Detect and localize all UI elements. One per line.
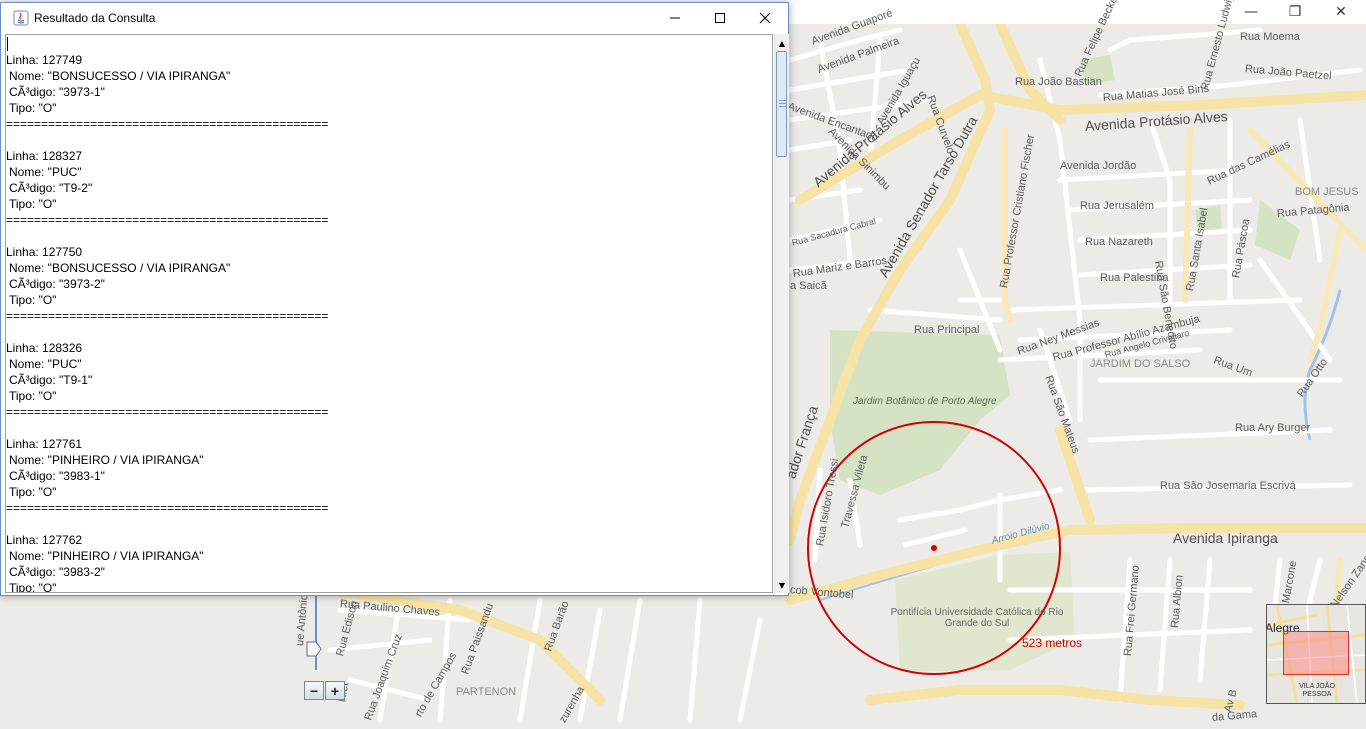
record-separator: ========================================… (6, 309, 329, 323)
result-list: Linha: 127749 Nome: "BONSUCESSO / VIA IP… (6, 52, 766, 593)
record-tipo: Tipo: "O" (9, 101, 57, 115)
java-app-icon (13, 10, 29, 26)
search-center-marker (931, 545, 937, 551)
map-window-close-button[interactable]: ✕ (1318, 0, 1364, 24)
minimap-area-label: VILA JOÃO PESSOA (1299, 683, 1335, 698)
record-gap (6, 228, 766, 244)
record-tipo: Tipo: "O" (9, 197, 57, 211)
street-label: Rua Jerusalém (1080, 200, 1154, 212)
record-linha: Linha: 128327 (6, 149, 83, 163)
record-codigo: CÃ³digo: "3983-2" (9, 565, 105, 579)
record-separator: ========================================… (6, 405, 329, 419)
result-record: Linha: 127761 Nome: "PINHEIRO / VIA IPIR… (6, 436, 766, 532)
record-linha: Linha: 128326 (6, 341, 83, 355)
record-separator: ========================================… (6, 501, 329, 515)
result-record: Linha: 127750 Nome: "BONSUCESSO / VIA IP… (6, 244, 766, 340)
record-tipo: Tipo: "O" (9, 293, 57, 307)
record-nome: Nome: "PINHEIRO / VIA IPIRANGA" (9, 549, 204, 563)
map-window-restore-button[interactable]: ❐ (1272, 0, 1318, 24)
street-label: Rua Moema (1240, 31, 1300, 43)
dialog-close-button[interactable] (742, 3, 788, 33)
zoom-slider-thumb[interactable] (306, 641, 322, 657)
record-codigo: CÃ³digo: "3973-2" (9, 277, 105, 291)
scrollbar-grip-icon (779, 100, 786, 108)
result-text-area[interactable]: Linha: 127749 Nome: "BONSUCESSO / VIA IP… (5, 34, 773, 593)
maximize-icon (715, 13, 725, 23)
dialog-titlebar[interactable]: Resultado da Consulta (1, 3, 788, 33)
record-linha: Linha: 127750 (6, 245, 83, 259)
result-record: Linha: 128326 Nome: "PUC" CÃ³digo: "T9-1… (6, 340, 766, 436)
record-linha: Linha: 127749 (6, 53, 83, 67)
university-label: Pontifícia Universidade Católica do Rio … (890, 607, 1064, 629)
record-gap (6, 516, 766, 532)
area-label: PARTENON (456, 686, 517, 698)
street-label: Rua Nazareth (1085, 236, 1153, 248)
result-record: Linha: 127762 Nome: "PINHEIRO / VIA IPIR… (6, 532, 766, 593)
record-linha: Linha: 127761 (6, 437, 83, 451)
street-label: Rua Ary Burger (1235, 422, 1311, 434)
zoom-in-button[interactable]: + (325, 681, 345, 700)
minimize-icon (670, 17, 680, 19)
record-codigo: CÃ³digo: "3983-1" (9, 469, 105, 483)
street-label: Rua João Bastian (1015, 76, 1102, 88)
overview-minimap[interactable]: Alegre VILA JOÃO PESSOA (1266, 604, 1366, 704)
minimap-viewport-rect[interactable] (1283, 631, 1349, 675)
record-tipo: Tipo: "O" (9, 485, 57, 499)
record-nome: Nome: "BONSUCESSO / VIA IPIRANGA" (9, 69, 231, 83)
record-linha: Linha: 127762 (6, 533, 83, 547)
street-label: Rua Palestina (1100, 272, 1169, 284)
record-gap (6, 420, 766, 436)
dialog-minimize-button[interactable] (652, 3, 698, 33)
text-caret (7, 37, 8, 51)
dialog-title: Resultado da Consulta (34, 11, 156, 25)
record-codigo: CÃ³digo: "T9-1" (9, 373, 93, 387)
street-label: Avenida Ipiranga (1173, 530, 1278, 546)
dialog-maximize-button[interactable] (697, 3, 743, 33)
record-tipo: Tipo: "O" (9, 581, 57, 593)
record-codigo: CÃ³digo: "T9-2" (9, 181, 93, 195)
record-nome: Nome: "PINHEIRO / VIA IPIRANGA" (9, 453, 204, 467)
street-label: Avenida Jordão (1060, 160, 1137, 172)
vertical-scrollbar[interactable]: ▲ ▼ (774, 34, 789, 593)
record-codigo: CÃ³digo: "3973-1" (9, 85, 105, 99)
radius-label: 523 metros (1022, 636, 1083, 650)
park-label: Jardim Botânico de Porto Alegre (853, 396, 997, 407)
area-label: BOM JESUS (1295, 186, 1359, 198)
record-gap (6, 324, 766, 340)
record-gap (6, 132, 766, 148)
street-label: Rua São Josemaria Escrivá (1160, 480, 1296, 492)
scroll-down-button[interactable]: ▼ (775, 578, 789, 592)
record-nome: Nome: "PUC" (9, 357, 82, 371)
zoom-out-button[interactable]: − (304, 681, 324, 700)
result-record: Linha: 128327 Nome: "PUC" CÃ³digo: "T9-2… (6, 148, 766, 244)
scrollbar-thumb[interactable] (776, 51, 787, 157)
record-nome: Nome: "BONSUCESSO / VIA IPIRANGA" (9, 261, 231, 275)
record-separator: ========================================… (6, 117, 329, 131)
record-separator: ========================================… (6, 213, 329, 227)
record-tipo: Tipo: "O" (9, 389, 57, 403)
street-label: Rua Principal (914, 324, 980, 336)
result-dialog: Resultado da Consulta Linha: 127749 Nome… (0, 2, 789, 596)
result-record: Linha: 127749 Nome: "BONSUCESSO / VIA IP… (6, 52, 766, 148)
street-label: a Saicã (790, 280, 827, 292)
map-window-minimize-button[interactable]: — (1228, 0, 1274, 24)
close-icon (759, 12, 771, 24)
record-nome: Nome: "PUC" (9, 165, 82, 179)
scroll-up-button[interactable]: ▲ (775, 36, 789, 50)
area-label: JARDIM DO SALSO (1090, 358, 1191, 370)
